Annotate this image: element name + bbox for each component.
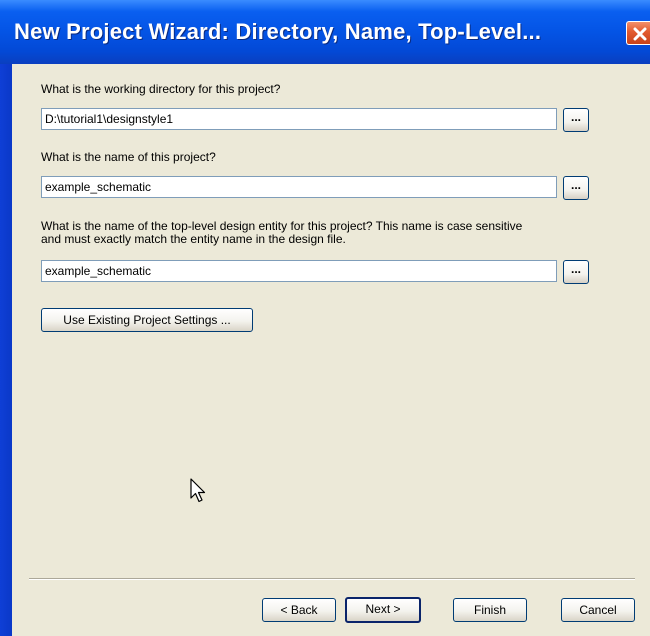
use-existing-settings-button[interactable]: Use Existing Project Settings ... — [41, 308, 253, 332]
footer-separator — [29, 578, 635, 580]
directory-input[interactable]: D:\tutorial1\designstyle1 — [41, 108, 557, 130]
close-button[interactable] — [626, 21, 650, 45]
top-level-prompt-line1: What is the name of the top-level design… — [41, 219, 523, 233]
window-title: New Project Wizard: Directory, Name, Top… — [14, 19, 542, 44]
next-button[interactable]: Next > — [345, 597, 421, 623]
wizard-window: New Project Wizard: Directory, Name, Top… — [0, 0, 650, 636]
project-name-browse-button[interactable]: ... — [563, 176, 589, 200]
finish-button[interactable]: Finish — [453, 598, 527, 622]
top-level-browse-button[interactable]: ... — [563, 260, 589, 284]
mouse-pointer-icon — [190, 478, 206, 503]
cancel-button[interactable]: Cancel — [561, 598, 635, 622]
project-name-prompt: What is the name of this project? — [41, 150, 216, 164]
project-name-input[interactable]: example_schematic — [41, 176, 557, 198]
title-bar[interactable]: New Project Wizard: Directory, Name, Top… — [0, 0, 650, 64]
top-level-input[interactable]: example_schematic — [41, 260, 557, 282]
back-button[interactable]: < Back — [262, 598, 336, 622]
directory-prompt: What is the working directory for this p… — [41, 82, 281, 96]
top-level-prompt-line2: and must exactly match the entity name i… — [41, 232, 346, 246]
close-icon — [633, 27, 647, 41]
directory-browse-button[interactable]: ... — [563, 108, 589, 132]
